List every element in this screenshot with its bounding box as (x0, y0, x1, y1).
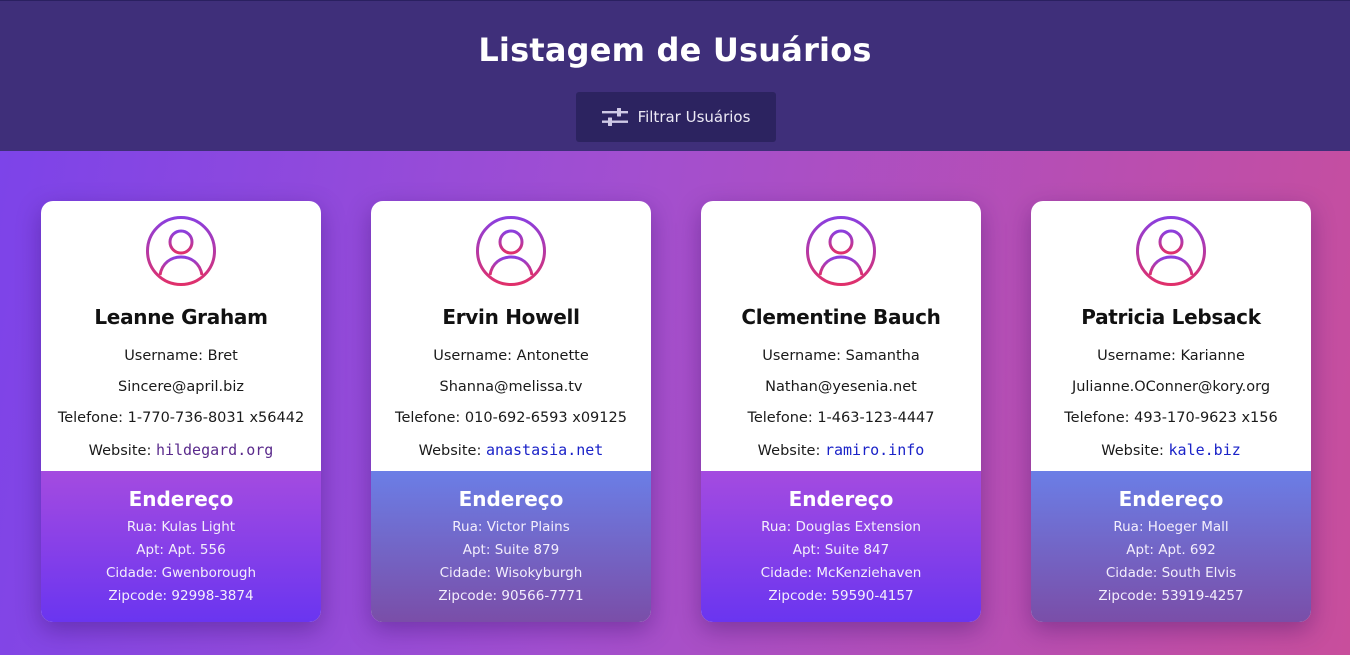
user-card: Clementine Bauch Username: Samantha Nath… (701, 201, 981, 622)
website-link[interactable]: anastasia.net (486, 441, 603, 459)
user-card: Leanne Graham Username: Bret Sincere@apr… (41, 201, 321, 622)
user-username: Username: Karianne (1097, 348, 1245, 364)
user-avatar-icon (1136, 216, 1206, 286)
user-email: Shanna@melissa.tv (439, 379, 583, 395)
address-city: Cidade: South Elvis (1105, 565, 1237, 581)
user-name: Leanne Graham (94, 305, 268, 329)
website-link[interactable]: ramiro.info (825, 441, 924, 459)
filter-users-button[interactable]: Filtrar Usuários (576, 92, 776, 142)
address-apt: Apt: Suite 879 (462, 542, 560, 558)
address-title: Endereço (788, 487, 894, 511)
website-link[interactable]: hildegard.org (156, 441, 273, 459)
address-title: Endereço (458, 487, 564, 511)
address-city: Cidade: Gwenborough (105, 565, 257, 581)
user-email: Nathan@yesenia.net (765, 379, 917, 395)
sliders-icon (601, 108, 628, 126)
address-street: Rua: Hoeger Mall (1113, 519, 1229, 535)
address-apt: Apt: Suite 847 (792, 542, 890, 558)
page-title: Listagem de Usuários (478, 31, 872, 69)
user-avatar-icon (806, 216, 876, 286)
address-section: Endereço Rua: Hoeger Mall Apt: Apt. 692 … (1031, 471, 1311, 622)
user-card: Ervin Howell Username: Antonette Shanna@… (371, 201, 651, 622)
address-city: Cidade: Wisokyburgh (439, 565, 583, 581)
address-apt: Apt: Apt. 556 (136, 542, 226, 558)
user-avatar-icon (146, 216, 216, 286)
user-username: Username: Samantha (762, 348, 920, 364)
user-name: Patricia Lebsack (1081, 305, 1261, 329)
user-email: Julianne.OConner@kory.org (1071, 379, 1271, 395)
user-username: Username: Bret (124, 348, 238, 364)
user-phone: Telefone: 493-170-9623 x156 (1064, 410, 1278, 426)
address-section: Endereço Rua: Douglas Extension Apt: Sui… (701, 471, 981, 622)
user-phone: Telefone: 010-692-6593 x09125 (395, 410, 627, 426)
address-apt: Apt: Apt. 692 (1126, 542, 1216, 558)
address-title: Endereço (128, 487, 234, 511)
user-card: Patricia Lebsack Username: Karianne Juli… (1031, 201, 1311, 622)
website-link[interactable]: kale.biz (1169, 441, 1241, 459)
address-section: Endereço Rua: Kulas Light Apt: Apt. 556 … (41, 471, 321, 622)
address-zipcode: Zipcode: 92998-3874 (108, 588, 254, 604)
user-name: Ervin Howell (442, 305, 580, 329)
user-phone: Telefone: 1-463-123-4447 (747, 410, 935, 426)
address-title: Endereço (1118, 487, 1224, 511)
address-zipcode: Zipcode: 90566-7771 (438, 588, 584, 604)
user-avatar-icon (476, 216, 546, 286)
user-website: Website: kale.biz (1101, 441, 1241, 459)
user-username: Username: Antonette (433, 348, 589, 364)
address-section: Endereço Rua: Victor Plains Apt: Suite 8… (371, 471, 651, 622)
address-zipcode: Zipcode: 59590-4157 (768, 588, 914, 604)
address-street: Rua: Victor Plains (452, 519, 570, 535)
address-street: Rua: Kulas Light (126, 519, 236, 535)
address-city: Cidade: McKenziehaven (760, 565, 922, 581)
page-header: Listagem de Usuários Filtrar Usuários (0, 0, 1350, 151)
user-website: Website: hildegard.org (88, 441, 274, 459)
user-name: Clementine Bauch (741, 305, 941, 329)
user-website: Website: ramiro.info (757, 441, 925, 459)
user-email: Sincere@april.biz (118, 379, 244, 395)
address-zipcode: Zipcode: 53919-4257 (1098, 588, 1244, 604)
user-website: Website: anastasia.net (418, 441, 604, 459)
filter-users-button-label: Filtrar Usuários (637, 108, 751, 126)
user-phone: Telefone: 1-770-736-8031 x56442 (57, 410, 305, 426)
address-street: Rua: Douglas Extension (761, 519, 921, 535)
